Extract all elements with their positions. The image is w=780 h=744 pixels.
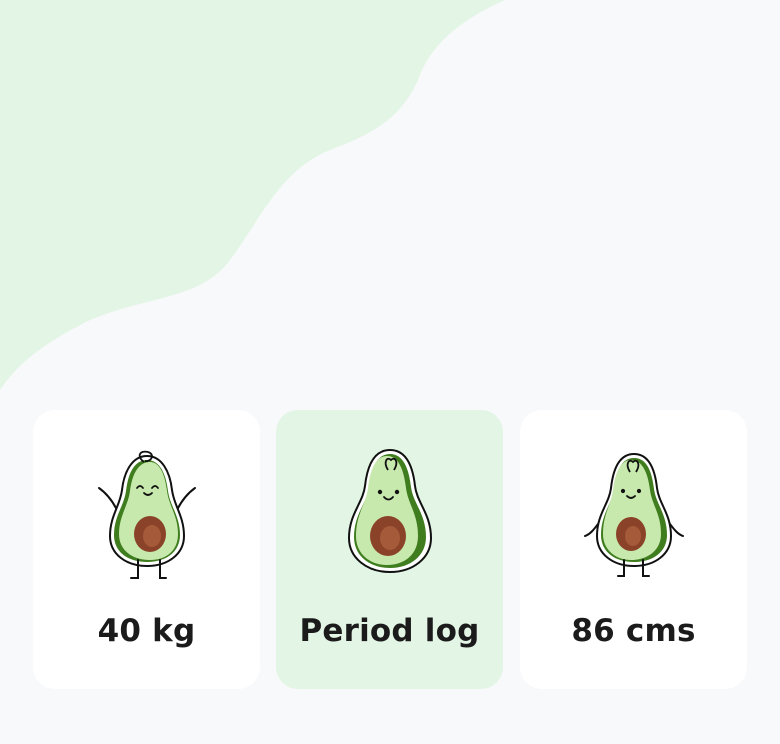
avocado-cheering-icon [97, 450, 196, 579]
option-card-height[interactable]: 86 cms [520, 410, 747, 689]
avocado-standing-icon [583, 452, 684, 577]
option-card-period-log[interactable]: Period log [276, 410, 503, 689]
option-label-height: 86 cms [571, 613, 696, 649]
option-label-period-log: Period log [299, 613, 480, 649]
option-card-weight[interactable]: 40 kg [33, 410, 260, 689]
avocado-smiling-icon [347, 448, 432, 574]
option-label-weight: 40 kg [97, 613, 196, 649]
